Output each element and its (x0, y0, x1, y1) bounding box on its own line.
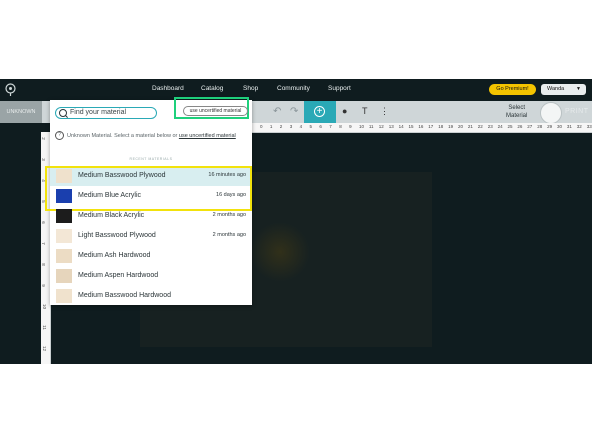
ruler-top: 0 1 2 3 4 5 6 7 8 9 10 11 12 13 14 15 16 17 18 19 20 21 22 23 24… (250, 123, 592, 133)
ruler-left-tick: 6 (40, 221, 46, 224)
ruler-top-tick: 9 (349, 124, 352, 129)
material-swatch (56, 209, 72, 223)
undo-icon[interactable]: ↶ (273, 106, 281, 117)
material-row[interactable]: Medium Basswood Hardwood (50, 286, 252, 306)
material-swatch (56, 229, 72, 243)
material-swatch (56, 289, 72, 303)
ruler-left-tick: 9 (40, 284, 46, 287)
ruler-left-tick: 12 (42, 345, 48, 352)
material-swatch (56, 269, 72, 283)
nav-shop[interactable]: Shop (243, 85, 258, 92)
ruler-top-tick: 20 (458, 124, 464, 129)
ruler-top-tick: 18 (438, 124, 444, 129)
ruler-top-tick: 3 (289, 124, 293, 129)
ruler-left-tick: 10 (42, 303, 48, 310)
material-name: Medium Basswood Hardwood (78, 292, 171, 299)
go-premium-button[interactable]: Go Premium! (489, 84, 536, 95)
material-row[interactable]: Light Basswood Plywood 2 months ago (50, 226, 252, 246)
notice-uncertified-link[interactable]: use uncertified material (179, 133, 236, 139)
notice-text: Unknown Material. Select a material belo… (67, 132, 179, 139)
nav-dashboard[interactable]: Dashboard (152, 85, 184, 92)
plus-icon: + (314, 106, 325, 117)
ruler-left-tick: 11 (41, 325, 47, 330)
recent-materials-label: RECENT MATERIALS (129, 157, 173, 161)
add-artwork-button[interactable]: + (304, 101, 336, 123)
user-menu-button[interactable]: Wanda ▼ (541, 84, 586, 95)
ruler-top-tick: 15 (408, 124, 414, 129)
ruler-top-tick: 8 (339, 124, 342, 129)
user-name: Wanda (547, 86, 565, 92)
ruler-top-tick: 5 (309, 124, 313, 129)
top-nav: Dashboard Catalog Shop Community Support… (0, 79, 592, 101)
material-row[interactable]: Medium Black Acrylic 2 months ago (50, 206, 252, 226)
ruler-top-tick: 25 (507, 124, 513, 129)
ruler-top-tick: 21 (467, 124, 473, 129)
more-options-icon[interactable]: ⋮ (380, 106, 389, 117)
material-time: 2 months ago (212, 212, 246, 218)
ruler-left-tick: 7 (40, 242, 46, 245)
ruler-top-tick: 28 (537, 124, 543, 129)
ruler-top-tick: 27 (527, 124, 533, 129)
material-row[interactable]: Medium Ash Hardwood (50, 246, 252, 266)
ruler-top-tick: 11 (368, 124, 374, 129)
ruler-top-tick: 1 (269, 124, 273, 129)
text-icon[interactable]: T (362, 106, 368, 116)
ruler-top-tick: 30 (557, 124, 563, 129)
nav-support[interactable]: Support (328, 85, 351, 92)
ruler-top-tick: 31 (566, 124, 572, 129)
ruler-top-tick: 17 (428, 124, 434, 129)
material-name: Medium Ash Hardwood (78, 252, 151, 259)
unknown-material-notice: ? Unknown Material. Select a material bel… (55, 131, 249, 140)
ruler-left-tick: 8 (40, 263, 46, 266)
material-row[interactable]: Medium Aspen Hardwood (50, 266, 252, 286)
ruler-top-tick: 14 (398, 124, 404, 129)
ruler-top-tick: 10 (359, 124, 365, 129)
material-search-input[interactable]: Find your material (55, 107, 157, 119)
search-icon (59, 109, 67, 117)
ruler-top-tick: 29 (547, 124, 553, 129)
ruler-top-tick: 7 (329, 124, 332, 129)
material-swatch (56, 249, 72, 263)
material-name: Medium Aspen Hardwood (78, 272, 159, 279)
nav-catalog[interactable]: Catalog (201, 85, 223, 92)
question-icon: ? (55, 131, 64, 140)
ruler-top-tick: 23 (487, 124, 493, 129)
nav-community[interactable]: Community (277, 85, 310, 92)
material-time: 2 months ago (212, 232, 246, 238)
ruler-top-tick: 26 (517, 124, 523, 129)
ruler-top-tick: 4 (299, 124, 303, 129)
search-placeholder: Find your material (70, 109, 127, 116)
ruler-top-tick: 22 (477, 124, 483, 129)
print-button[interactable]: PRINT (565, 108, 589, 115)
select-material-label[interactable]: Select Material (506, 104, 527, 120)
page: { "nav": { "links": ["Dashboard", "Catal… (0, 0, 592, 444)
ruler-top-tick: 2 (279, 124, 283, 129)
ruler-top-tick: 16 (418, 124, 424, 129)
ruler-top-tick: 0 (260, 124, 263, 129)
ruler-top-tick: 6 (319, 124, 322, 129)
highlight-yellow-box (45, 166, 252, 211)
ruler-left-tick: 3 (40, 158, 46, 161)
ruler-top-tick: 24 (497, 124, 503, 129)
redo-icon[interactable]: ↷ (290, 106, 298, 117)
premium-label: Go Premium! (496, 86, 529, 92)
ruler-top-tick: 32 (576, 124, 582, 129)
select-material-button[interactable] (540, 102, 562, 124)
ruler-top-tick: 33 (586, 124, 592, 129)
glowforge-logo-icon[interactable] (5, 83, 16, 96)
bed-glow (250, 222, 310, 282)
chevron-down-icon: ▼ (576, 86, 581, 92)
material-name: Medium Black Acrylic (78, 212, 145, 219)
material-selector-panel: Find your material use uncertified mater… (45, 97, 252, 306)
ruler-top-tick: 12 (378, 124, 384, 129)
material-name: Light Basswood Plywood (78, 232, 156, 239)
ruler-top-tick: 13 (388, 124, 394, 129)
shapes-icon[interactable]: ● (342, 106, 347, 116)
ruler-top-tick: 19 (448, 124, 454, 129)
ruler-left-tick: 2 (40, 137, 46, 140)
use-uncertified-material-button[interactable]: use uncertified material (183, 106, 248, 116)
material-status[interactable]: UNKNOWN (0, 101, 42, 123)
